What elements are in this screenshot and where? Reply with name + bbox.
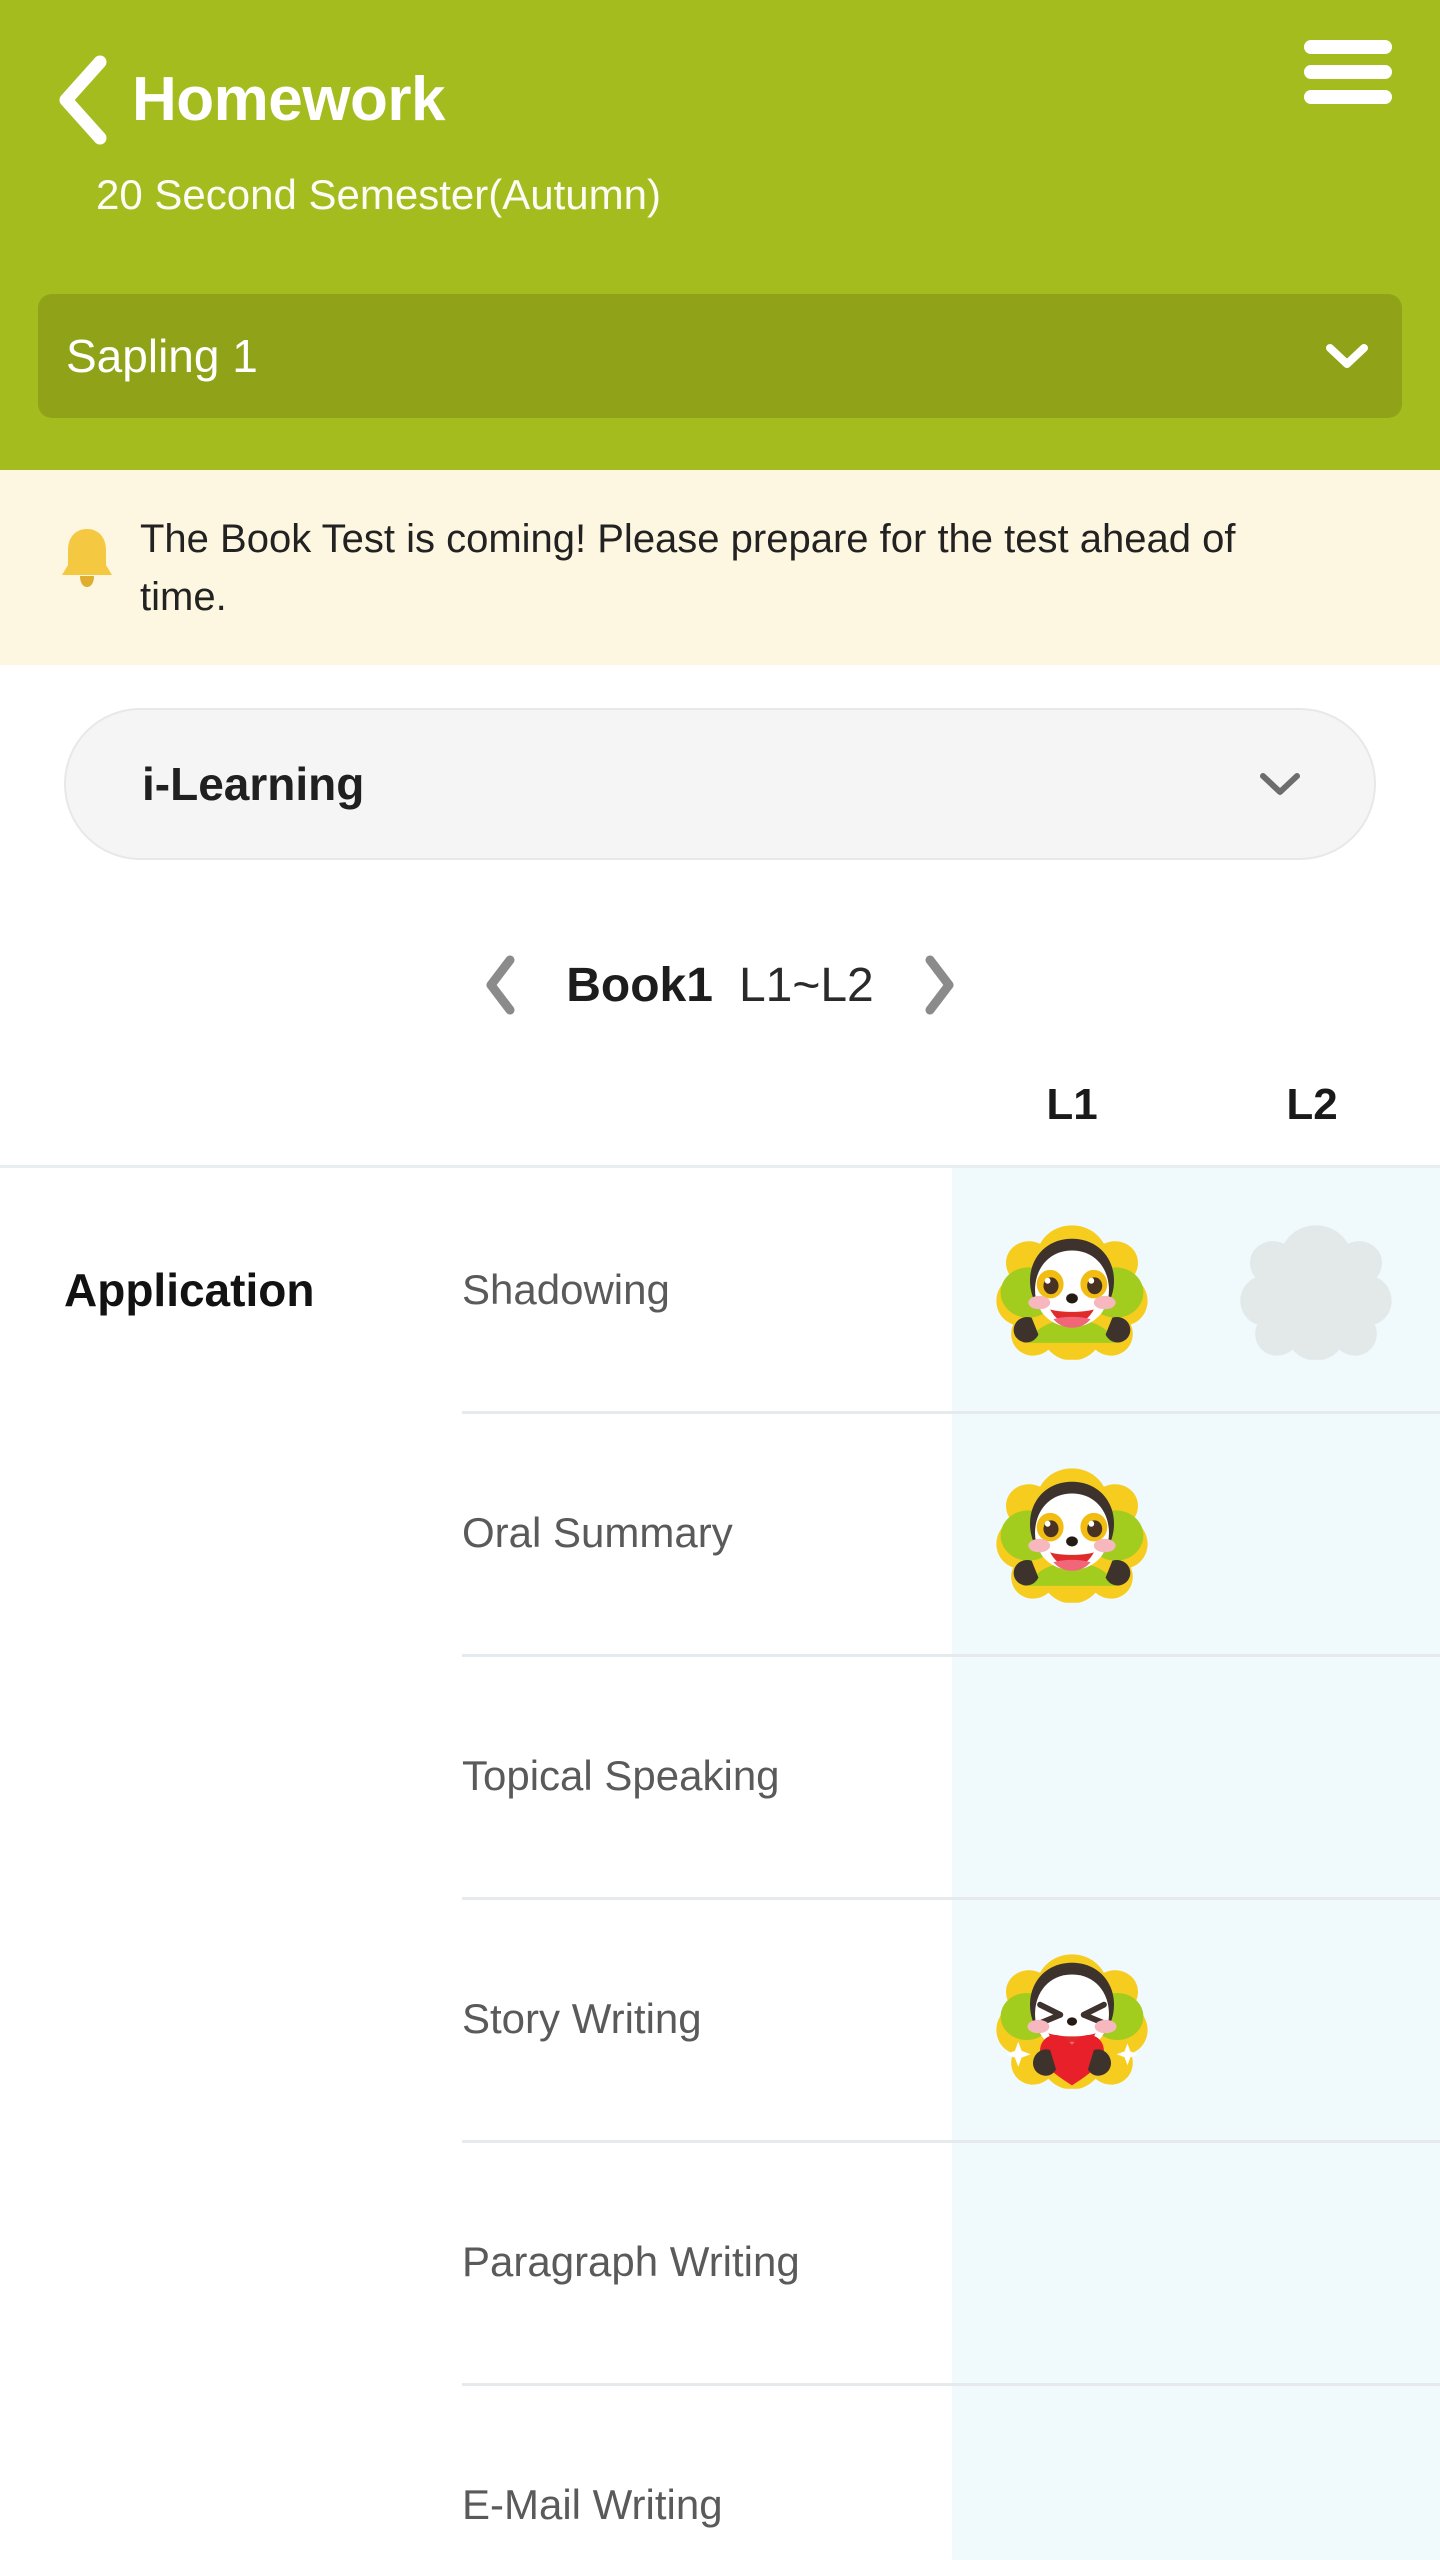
homework-status-cell[interactable] — [952, 1897, 1192, 2140]
app-header: Homework 20 Second Semester(Autumn) Sapl… — [0, 0, 1440, 470]
homework-status-cell[interactable] — [1192, 1897, 1440, 2140]
homework-status-cell[interactable] — [952, 2383, 1192, 2560]
homework-status-cell[interactable] — [1192, 1168, 1440, 1411]
table-body: Application Shadowing Oral Summary Topical … — [0, 1168, 1440, 2560]
homework-status-cell[interactable] — [1192, 1411, 1440, 1654]
table-column-headers: L1 L2 — [0, 1060, 1440, 1168]
bell-icon — [48, 518, 126, 596]
mascot-heart-icon — [988, 1949, 1156, 2089]
task-label: Shadowing — [462, 1265, 670, 1313]
column-header-l1: L1 — [1046, 1080, 1098, 1129]
homework-status-cell[interactable] — [1192, 2140, 1440, 2383]
task-label: E-Mail Writing — [462, 2480, 723, 2528]
header-top-bar: Homework — [0, 40, 1440, 160]
task-label: Story Writing — [462, 1994, 702, 2042]
notice-text: The Book Test is coming! Please prepare … — [140, 517, 1236, 619]
notice-banner: The Book Test is coming! Please prepare … — [0, 470, 1440, 665]
task-label: Topical Speaking — [462, 1751, 780, 1799]
course-select-value: i-Learning — [142, 758, 365, 810]
homework-status-cell[interactable] — [952, 2140, 1192, 2383]
table-row: E-Mail Writing — [0, 2383, 1440, 2560]
table-row: Topical Speaking — [0, 1654, 1440, 1897]
table-row: Application Shadowing — [0, 1168, 1440, 1411]
homework-status-cell[interactable] — [1192, 2383, 1440, 2560]
page-title: Homework — [132, 65, 445, 134]
course-select[interactable]: i-Learning — [64, 708, 1376, 860]
homework-status-cell[interactable] — [952, 1654, 1192, 1897]
homework-screen: Homework 20 Second Semester(Autumn) Sapl… — [0, 0, 1440, 2560]
table-row: Story Writing — [0, 1897, 1440, 2140]
class-select[interactable]: Sapling 1 — [38, 294, 1402, 418]
category-label: Application — [64, 1263, 315, 1316]
table-row: Oral Summary — [0, 1411, 1440, 1654]
homework-status-cell[interactable] — [952, 1411, 1192, 1654]
task-label: Oral Summary — [462, 1508, 733, 1556]
chevron-down-icon — [1326, 343, 1368, 369]
homework-status-cell[interactable] — [1192, 1654, 1440, 1897]
book-name: Book1 — [566, 958, 713, 1012]
homework-table: L1 L2 Application Shadowing Oral Summary To… — [0, 1060, 1440, 2560]
hamburger-bar — [1304, 90, 1392, 104]
mascot-happy-icon — [988, 1463, 1156, 1603]
table-row: Paragraph Writing — [0, 2140, 1440, 2383]
back-button[interactable] — [36, 40, 126, 160]
lesson-range: L1~L2 — [738, 958, 874, 1012]
semester-subtitle: 20 Second Semester(Autumn) — [96, 171, 661, 218]
chevron-down-icon — [1258, 770, 1302, 798]
task-label: Paragraph Writing — [462, 2237, 800, 2285]
next-book-button[interactable] — [904, 943, 974, 1027]
column-header-l2: L2 — [1286, 1080, 1338, 1129]
prev-book-button[interactable] — [466, 943, 536, 1027]
placeholder-cloud-icon — [1232, 1220, 1400, 1360]
mascot-happy-icon — [988, 1220, 1156, 1360]
hamburger-menu-icon[interactable] — [1300, 34, 1396, 110]
hamburger-bar — [1304, 65, 1392, 79]
hamburger-bar — [1304, 40, 1392, 54]
class-select-value: Sapling 1 — [66, 330, 258, 382]
homework-status-cell[interactable] — [952, 1168, 1192, 1411]
book-navigator: Book1 L1~L2 — [0, 930, 1440, 1040]
